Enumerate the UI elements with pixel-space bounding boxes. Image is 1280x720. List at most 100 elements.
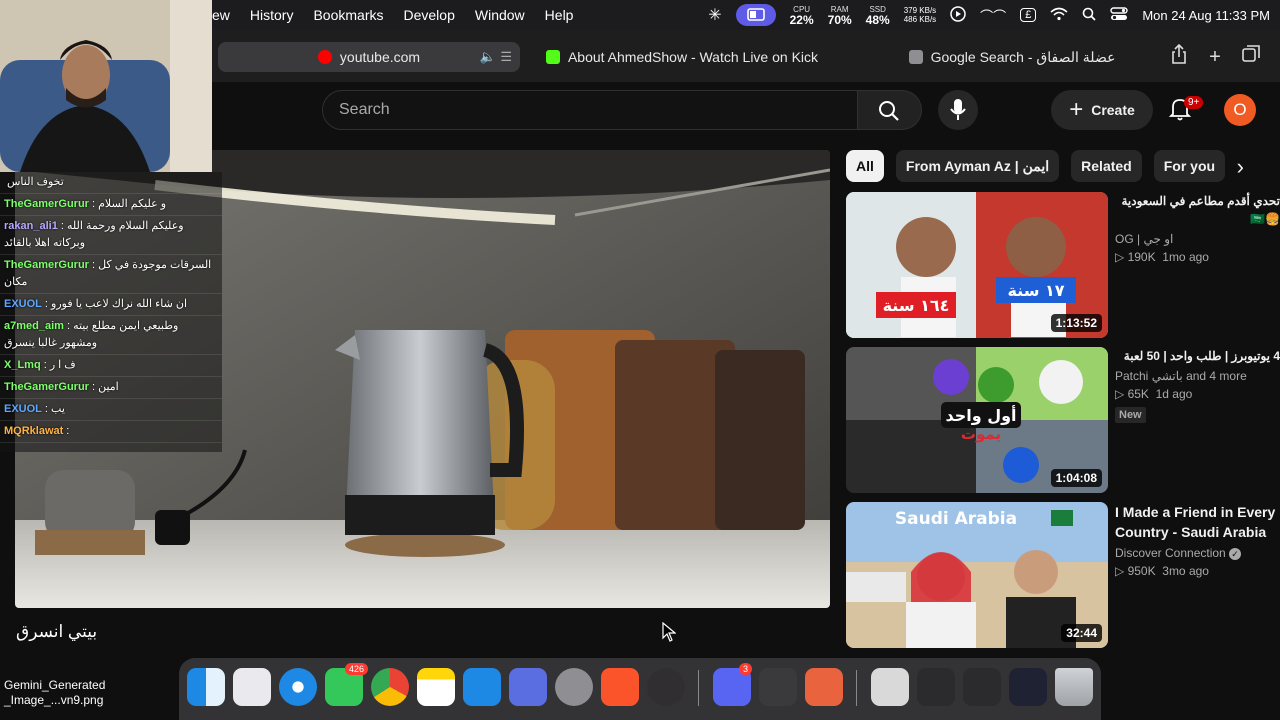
tab-kick[interactable]: About AhmedShow - Watch Live on Kick: [542, 42, 822, 72]
chip-all[interactable]: All: [846, 150, 884, 182]
recommended-video[interactable]: Saudi Arabia 32:44 I Made a Friend in Ev…: [846, 502, 1276, 648]
search-input[interactable]: Search: [322, 90, 858, 130]
network-meter[interactable]: 379 KB/s 486 KB/s: [904, 6, 936, 24]
airpods-icon[interactable]: ⌒⌒: [980, 6, 1006, 25]
chat-username[interactable]: TheGamerGurur: [4, 259, 89, 271]
video-thumbnail[interactable]: Saudi Arabia 32:44: [846, 502, 1108, 648]
clock[interactable]: Mon 24 Aug 11:33 PM: [1142, 8, 1270, 23]
video-info: تحدي أقدم مطاعم في السعودية 🍔🇸🇦 OG | او …: [1115, 192, 1280, 264]
video-title: بيتي انسرق: [16, 622, 98, 641]
preview-icon[interactable]: [509, 668, 547, 706]
create-button[interactable]: + Create: [1051, 90, 1153, 130]
search-button[interactable]: [858, 90, 922, 130]
finder-icon[interactable]: [187, 668, 225, 706]
youtube-favicon-icon: [317, 50, 332, 64]
dock-divider: [856, 670, 857, 706]
menu-develop[interactable]: Develop: [394, 0, 465, 30]
recommended-video[interactable]: أول واحد يموت 1:04:08 4 يوتيوبرز | طلب و…: [846, 347, 1280, 493]
cpu-meter[interactable]: CPU 22%: [790, 5, 814, 26]
chat-message: rakan_ali1: وعليكم السلام ورحمة الله وبر…: [0, 216, 222, 255]
chat-text: تخوف الناس: [7, 176, 64, 188]
sparkle-icon[interactable]: ✳: [708, 5, 721, 25]
safari-icon[interactable]: [279, 668, 317, 706]
chat-message: EXUOL: يب: [0, 399, 222, 421]
play-icon[interactable]: [950, 5, 966, 25]
channel-name[interactable]: OG | او جي: [1115, 232, 1280, 246]
thumb-text-left: ١٦٤ سنة: [883, 296, 950, 315]
window-thumbnail-icon[interactable]: [917, 668, 955, 706]
window-thumbnail-icon[interactable]: [963, 668, 1001, 706]
new-tab-button[interactable]: +: [1202, 44, 1228, 70]
brave-icon[interactable]: [601, 668, 639, 706]
channel-name[interactable]: Patchi باتشي and 4 more: [1115, 369, 1280, 383]
thumb-text-left: Saudi Arabia: [895, 509, 1017, 529]
discord-badge: 3: [739, 663, 753, 675]
recommended-video[interactable]: ١٦٤ سنة ١٧ سنة 1:13:52 تحدي أقدم مطاعم ف…: [846, 192, 1280, 338]
chat-username[interactable]: MQRklawat: [4, 425, 63, 437]
tab-google[interactable]: Google Search - عضلة الصفاق: [882, 42, 1142, 72]
video-info: 4 يوتيوبرز | طلب واحد | 50 لعبة Patchi ب…: [1115, 347, 1280, 423]
voice-search-button[interactable]: [938, 90, 978, 130]
screen-mirror-icon[interactable]: [735, 4, 776, 26]
chat-text: : و عليكم السلام: [91, 198, 167, 210]
notes-icon[interactable]: [417, 668, 455, 706]
chip-from-channel[interactable]: From Ayman Az | ايمن: [895, 150, 1060, 182]
chat-username[interactable]: rakan_ali1: [4, 220, 58, 232]
wifi-icon[interactable]: [1050, 7, 1068, 24]
chat-text: : امين: [91, 381, 119, 393]
chat-message: X_Lmq: ف ا ر: [0, 355, 222, 377]
menu-bookmarks[interactable]: Bookmarks: [303, 0, 393, 30]
system-settings-icon[interactable]: [555, 668, 593, 706]
video-duration: 32:44: [1061, 624, 1102, 642]
input-source-icon[interactable]: £: [1020, 8, 1037, 22]
trash-icon[interactable]: [1055, 668, 1093, 706]
chrome-icon[interactable]: [371, 668, 409, 706]
reader-icon[interactable]: ☰: [500, 49, 512, 65]
share-icon[interactable]: [1166, 43, 1192, 70]
tab-overview-icon[interactable]: [1238, 44, 1264, 70]
speaker-icon[interactable]: 🔈: [480, 49, 496, 65]
video-thumbnail[interactable]: أول واحد يموت 1:04:08: [846, 347, 1108, 493]
notification-count-badge: 9+: [1184, 96, 1204, 109]
video-thumbnail[interactable]: ١٦٤ سنة ١٧ سنة 1:13:52: [846, 192, 1108, 338]
chat-username[interactable]: a7med_aim: [4, 320, 64, 332]
claude-icon[interactable]: [805, 668, 843, 706]
menu-history[interactable]: History: [240, 0, 304, 30]
channel-name[interactable]: Discover Connection ✓: [1115, 546, 1280, 560]
chat-message: TheGamerGurur: السرقات موجودة في كل مكان: [0, 255, 222, 294]
menu-window[interactable]: Window: [465, 0, 535, 30]
youtube-header: Search + Create 9+ O: [212, 82, 1280, 140]
control-center-icon[interactable]: [1110, 6, 1129, 24]
calculator-icon[interactable]: [759, 668, 797, 706]
obs-icon[interactable]: [647, 668, 685, 706]
chat-username[interactable]: X_Lmq: [4, 359, 41, 371]
window-thumbnail-icon[interactable]: [1009, 668, 1047, 706]
chevron-right-icon[interactable]: ›: [1237, 154, 1244, 180]
menu-help[interactable]: Help: [535, 0, 584, 30]
search-icon[interactable]: [1082, 7, 1096, 24]
video-title[interactable]: 4 يوتيوبرز | طلب واحد | 50 لعبة: [1115, 347, 1280, 365]
chip-for-you[interactable]: For you: [1153, 150, 1226, 182]
chip-related[interactable]: Related: [1071, 150, 1142, 182]
video-duration: 1:13:52: [1050, 314, 1102, 332]
launchpad-icon[interactable]: [233, 668, 271, 706]
macos-dock: 426 3: [179, 658, 1101, 720]
chat-username[interactable]: EXUOL: [4, 403, 42, 415]
ram-meter[interactable]: RAM 70%: [828, 5, 852, 26]
chat-text: : ف ا ر: [43, 359, 76, 371]
recent-image-icon[interactable]: [871, 668, 909, 706]
menu-view[interactable]: ew: [212, 0, 240, 30]
account-avatar[interactable]: O: [1224, 94, 1256, 126]
chat-username[interactable]: TheGamerGurur: [4, 381, 89, 393]
ssd-meter[interactable]: SSD 48%: [866, 5, 890, 26]
video-title[interactable]: تحدي أقدم مطاعم في السعودية 🍔🇸🇦: [1115, 192, 1280, 228]
google-favicon-icon: [908, 50, 923, 64]
chat-message: a7med_aim: وطبيعي ايمن مطلع بيته ومشهور …: [0, 316, 222, 355]
app-store-icon[interactable]: [463, 668, 501, 706]
chat-username[interactable]: EXUOL: [4, 298, 42, 310]
webcam-frame: [0, 0, 212, 172]
chat-username[interactable]: TheGamerGurur: [4, 198, 89, 210]
desktop-file-label[interactable]: Gemini_Generated _Image_...vn9.png: [4, 678, 105, 708]
video-title[interactable]: I Made a Friend in Every Country - Saudi…: [1115, 502, 1280, 542]
tab-youtube[interactable]: youtube.com 🔈 ☰: [218, 42, 520, 72]
